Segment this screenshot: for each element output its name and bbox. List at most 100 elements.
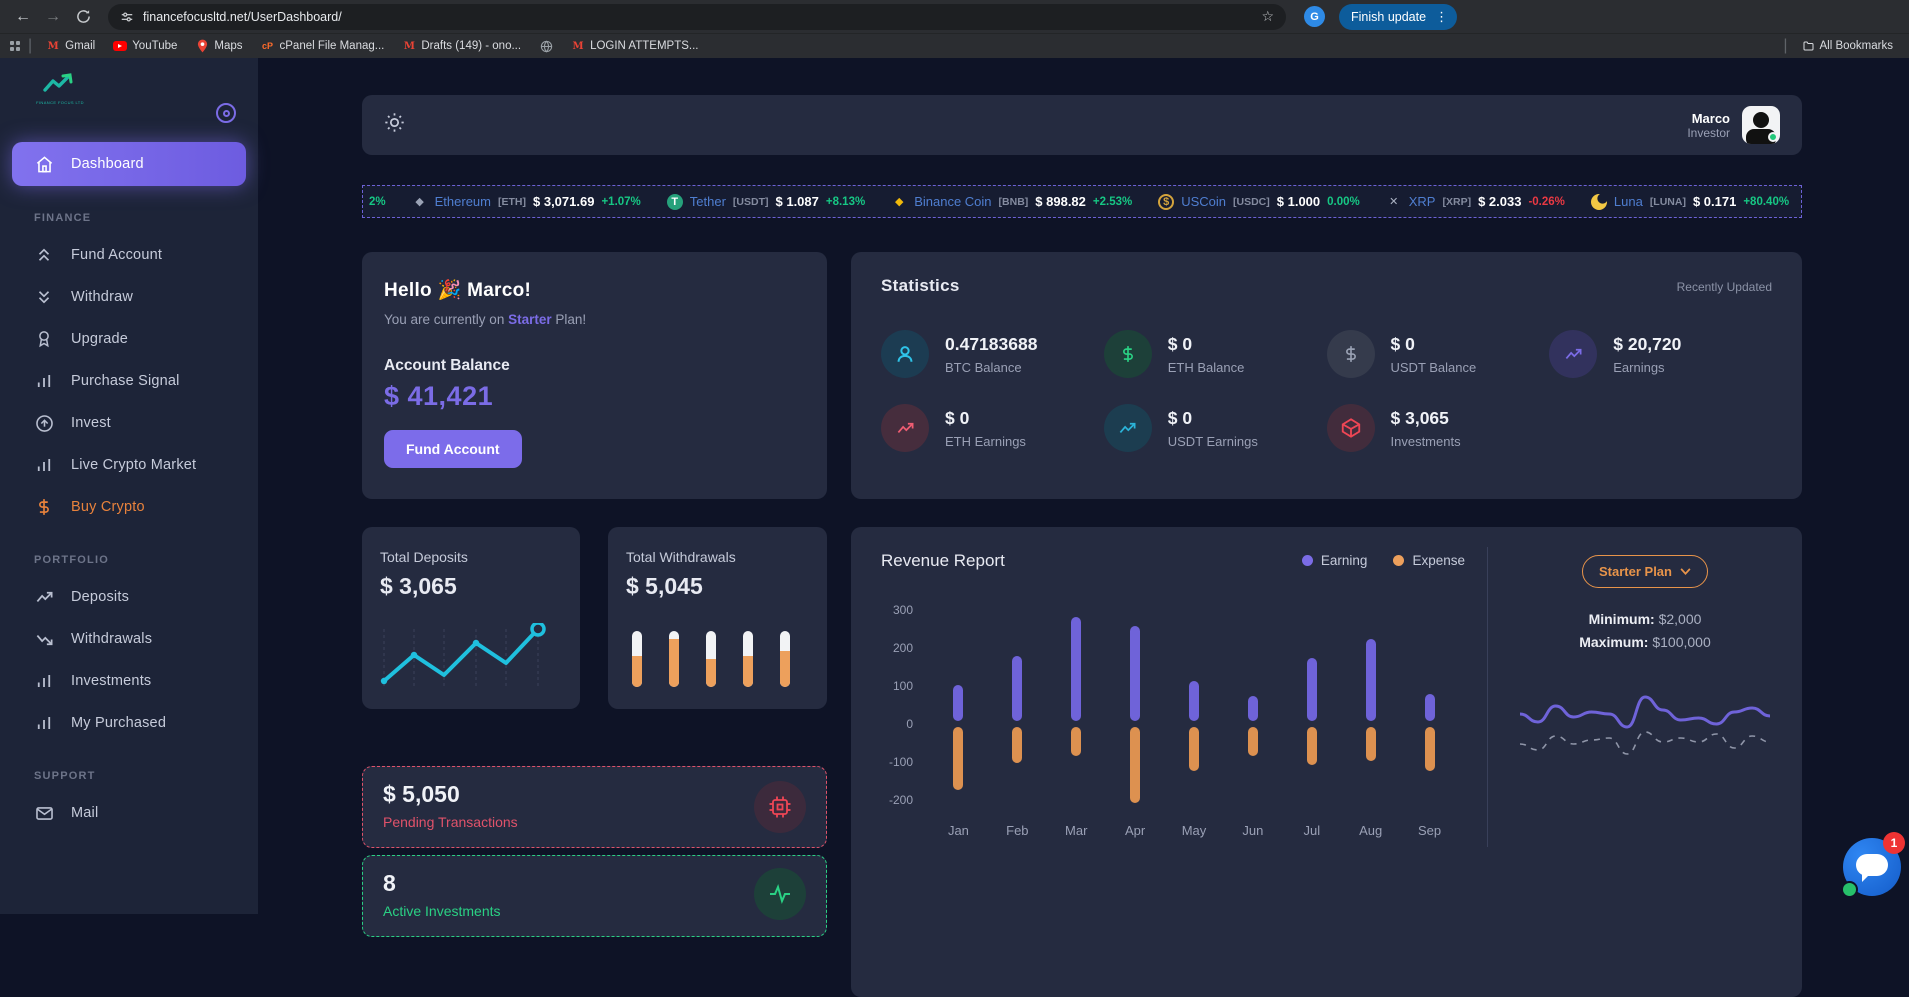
sidebar-section-label: FINANCE: [0, 212, 258, 224]
stat-label: Investments: [1391, 434, 1461, 449]
coin-name: Luna: [1614, 194, 1643, 209]
sidebar-section-label: PORTFOLIO: [0, 554, 258, 566]
stat-text: $ 20,720Earnings: [1613, 334, 1681, 375]
bookmark-item[interactable]: YouTube: [107, 38, 183, 54]
coin-price: $ 898.82: [1035, 194, 1086, 209]
sidebar-item-buy-crypto[interactable]: Buy Crypto: [0, 486, 258, 528]
all-bookmarks-button[interactable]: All Bookmarks: [1796, 38, 1900, 54]
brand-logo[interactable]: FINANCE FOCUS LTD: [30, 72, 90, 105]
bar-column-jan: [929, 610, 988, 810]
total-withdrawals-label: Total Withdrawals: [626, 549, 809, 565]
ticker-item-binance-coin[interactable]: ◆Binance Coin[BNB]$ 898.82+2.53%: [891, 194, 1132, 210]
chat-button[interactable]: 1: [1843, 838, 1901, 896]
sidebar-item-label: Invest: [71, 415, 111, 431]
chevrons-down-icon: [34, 287, 54, 307]
bookmark-item[interactable]: MLOGIN ATTEMPTS...: [565, 37, 704, 55]
total-withdrawals-card: Total Withdrawals $ 5,045: [608, 527, 827, 709]
cpanel-icon: cP: [261, 39, 275, 53]
sidebar-item-fund-account[interactable]: Fund Account: [0, 234, 258, 276]
sidebar-item-label: Live Crypto Market: [71, 457, 196, 473]
finish-update-button[interactable]: Finish update ⋮: [1339, 4, 1457, 30]
user-avatar[interactable]: [1742, 106, 1780, 144]
sidebar-item-mail[interactable]: Mail: [0, 792, 258, 834]
expense-bar: [1248, 727, 1258, 756]
bookmark-label: LOGIN ATTEMPTS...: [590, 40, 698, 52]
sidebar-toggle-icon[interactable]: [216, 103, 236, 123]
address-bar[interactable]: financefocusltd.net/UserDashboard/ ☆: [108, 4, 1286, 30]
gmail-icon: M: [402, 39, 416, 53]
stat-value: $ 20,720: [1613, 334, 1681, 355]
sidebar-item-invest[interactable]: Invest: [0, 402, 258, 444]
y-tick: 300: [893, 603, 913, 617]
reload-icon[interactable]: [70, 4, 96, 30]
theme-toggle-sun-icon[interactable]: [384, 112, 405, 138]
stat-eth-earnings: $ 0 ETH Earnings: [881, 404, 1104, 452]
pending-transactions-value: $ 5,050: [383, 781, 806, 808]
statistics-card: Statistics Recently Updated 0.47183688BT…: [851, 252, 1802, 499]
bookmark-star-icon[interactable]: ☆: [1261, 8, 1274, 25]
forward-icon[interactable]: →: [40, 4, 66, 30]
bookmark-item[interactable]: cPcPanel File Manag...: [255, 37, 391, 55]
ticker-item-xrp[interactable]: ✕XRP[XRP]$ 2.033-0.26%: [1386, 194, 1565, 210]
plan-name: Starter: [508, 312, 552, 327]
earning-bar: [1012, 656, 1022, 721]
folder-icon: [1802, 40, 1815, 52]
separator: |: [28, 37, 32, 55]
plan-select-dropdown[interactable]: Starter Plan: [1582, 555, 1708, 588]
revenue-report-title: Revenue Report: [881, 551, 1005, 571]
sidebar-item-purchase-signal[interactable]: Purchase Signal: [0, 360, 258, 402]
sidebar-item-investments[interactable]: Investments: [0, 660, 258, 702]
coin-symbol: [USDC]: [1233, 196, 1270, 208]
bookmark-item[interactable]: MGmail: [40, 37, 101, 55]
url-text[interactable]: financefocusltd.net/UserDashboard/: [143, 10, 342, 24]
fund-account-button[interactable]: Fund Account: [384, 430, 522, 468]
ticker-item-luna[interactable]: Luna[LUNA]$ 0.171+80.40%: [1591, 194, 1789, 210]
pending-transactions-label: Pending Transactions: [383, 814, 806, 830]
site-settings-icon[interactable]: [120, 10, 134, 24]
sidebar: FINANCE FOCUS LTD Dashboard FINANCE Fund A…: [0, 58, 258, 914]
sidebar-item-upgrade[interactable]: Upgrade: [0, 318, 258, 360]
stat-value: $ 0: [945, 408, 1026, 429]
eth-coin-icon: ◆: [412, 194, 428, 210]
plan-limits: Minimum: $2,000 Maximum: $100,000: [1488, 608, 1802, 654]
sidebar-item-deposits[interactable]: Deposits: [0, 576, 258, 618]
sidebar-item-withdraw[interactable]: Withdraw: [0, 276, 258, 318]
active-investments-label: Active Investments: [383, 903, 806, 919]
coin-price: $ 1.000: [1277, 194, 1320, 209]
main-content: Marco Investor 2%◆Ethereum[ETH]$ 3,071.6…: [258, 58, 1909, 914]
browser-menu-icon[interactable]: ⋮: [1432, 9, 1451, 25]
x-tick: Jul: [1282, 823, 1341, 838]
browser-profile-avatar[interactable]: G: [1304, 6, 1325, 27]
bookmark-item[interactable]: [533, 37, 559, 55]
stat-label: ETH Earnings: [945, 434, 1026, 449]
bookmark-item[interactable]: Maps: [189, 37, 248, 55]
arrow-up-circle-icon: [34, 413, 54, 433]
revenue-report-card: Revenue Report EarningExpense 3002001000…: [851, 527, 1802, 997]
back-icon[interactable]: ←: [10, 4, 36, 30]
coin-price: $ 1.087: [776, 194, 819, 209]
sidebar-item-live-crypto-market[interactable]: Live Crypto Market: [0, 444, 258, 486]
earning-bar: [1189, 681, 1199, 721]
bar-column-aug: [1341, 610, 1400, 810]
expense-bar: [1071, 727, 1081, 756]
ticker-item-uscoin[interactable]: $USCoin[USDC]$ 1.0000.00%: [1158, 194, 1360, 210]
coin-change: +80.40%: [1743, 196, 1789, 208]
medal-icon: [34, 329, 54, 349]
coin-name: XRP: [1409, 194, 1436, 209]
sidebar-item-my-purchased[interactable]: My Purchased: [0, 702, 258, 744]
revenue-chart: Revenue Report EarningExpense 3002001000…: [851, 527, 1487, 997]
bookmark-item[interactable]: MDrafts (149) - ono...: [396, 37, 527, 55]
sidebar-item-label: Purchase Signal: [71, 373, 180, 389]
sidebar-item-withdrawals[interactable]: Withdrawals: [0, 618, 258, 660]
crypto-ticker[interactable]: 2%◆Ethereum[ETH]$ 3,071.69+1.07%TTether[…: [362, 185, 1802, 218]
x-tick: Mar: [1047, 823, 1106, 838]
bar-column-feb: [988, 610, 1047, 810]
apps-grid-icon[interactable]: [10, 41, 20, 51]
bar-column-mar: [1047, 610, 1106, 810]
ticker-item-ethereum[interactable]: ◆Ethereum[ETH]$ 3,071.69+1.07%: [412, 194, 641, 210]
ticker-item-tether[interactable]: TTether[USDT]$ 1.087+8.13%: [667, 194, 865, 210]
stat-value: $ 3,065: [1391, 408, 1461, 429]
sidebar-item-dashboard[interactable]: Dashboard: [12, 142, 246, 186]
statistics-title: Statistics: [881, 276, 1772, 296]
chevron-down-icon: [1680, 568, 1691, 575]
